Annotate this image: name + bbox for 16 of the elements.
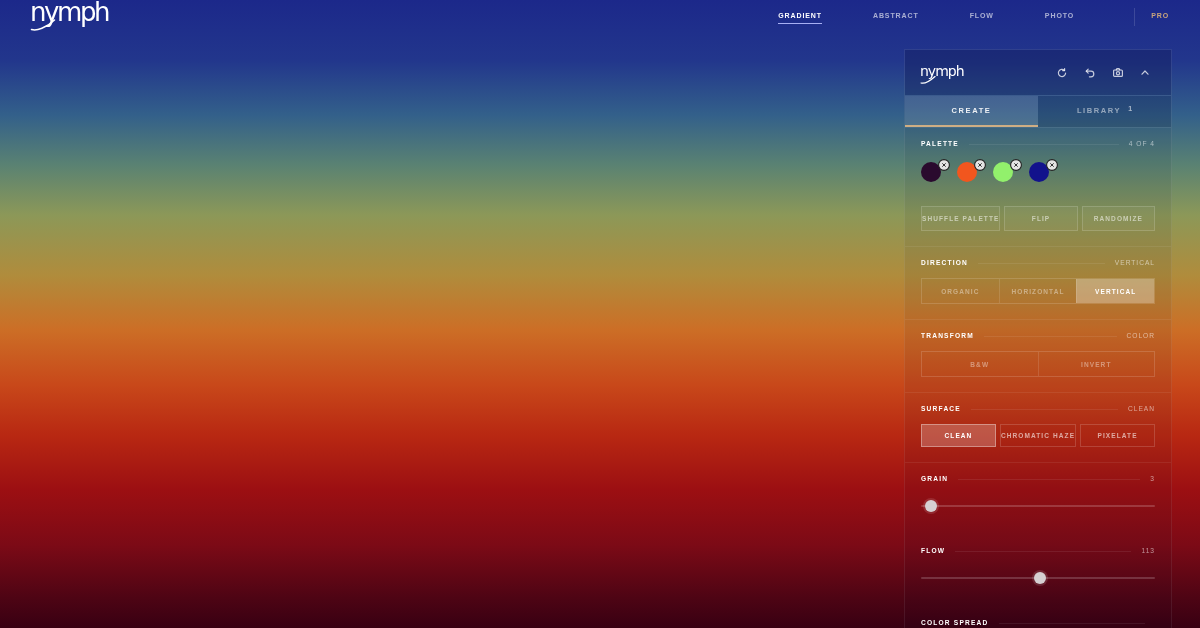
logo-wordmark[interactable]: nymph bbox=[30, 0, 109, 25]
chevron-up-icon[interactable] bbox=[1141, 70, 1149, 75]
close-icon[interactable] bbox=[974, 159, 986, 171]
color-swatch[interactable] bbox=[957, 162, 977, 182]
close-icon[interactable] bbox=[938, 159, 950, 171]
panel-logo: nymph bbox=[920, 63, 964, 79]
color-swatch[interactable] bbox=[1029, 162, 1049, 182]
undo-icon[interactable] bbox=[1085, 67, 1095, 78]
close-icon[interactable] bbox=[1010, 159, 1022, 171]
camera-icon[interactable] bbox=[1113, 68, 1123, 77]
color-swatch[interactable] bbox=[993, 162, 1013, 182]
refresh-icon[interactable] bbox=[1057, 67, 1067, 78]
slider-thumb[interactable] bbox=[925, 500, 938, 512]
slider-thumb[interactable] bbox=[1034, 572, 1047, 584]
close-icon[interactable] bbox=[1046, 159, 1058, 171]
color-swatch[interactable] bbox=[921, 162, 941, 182]
